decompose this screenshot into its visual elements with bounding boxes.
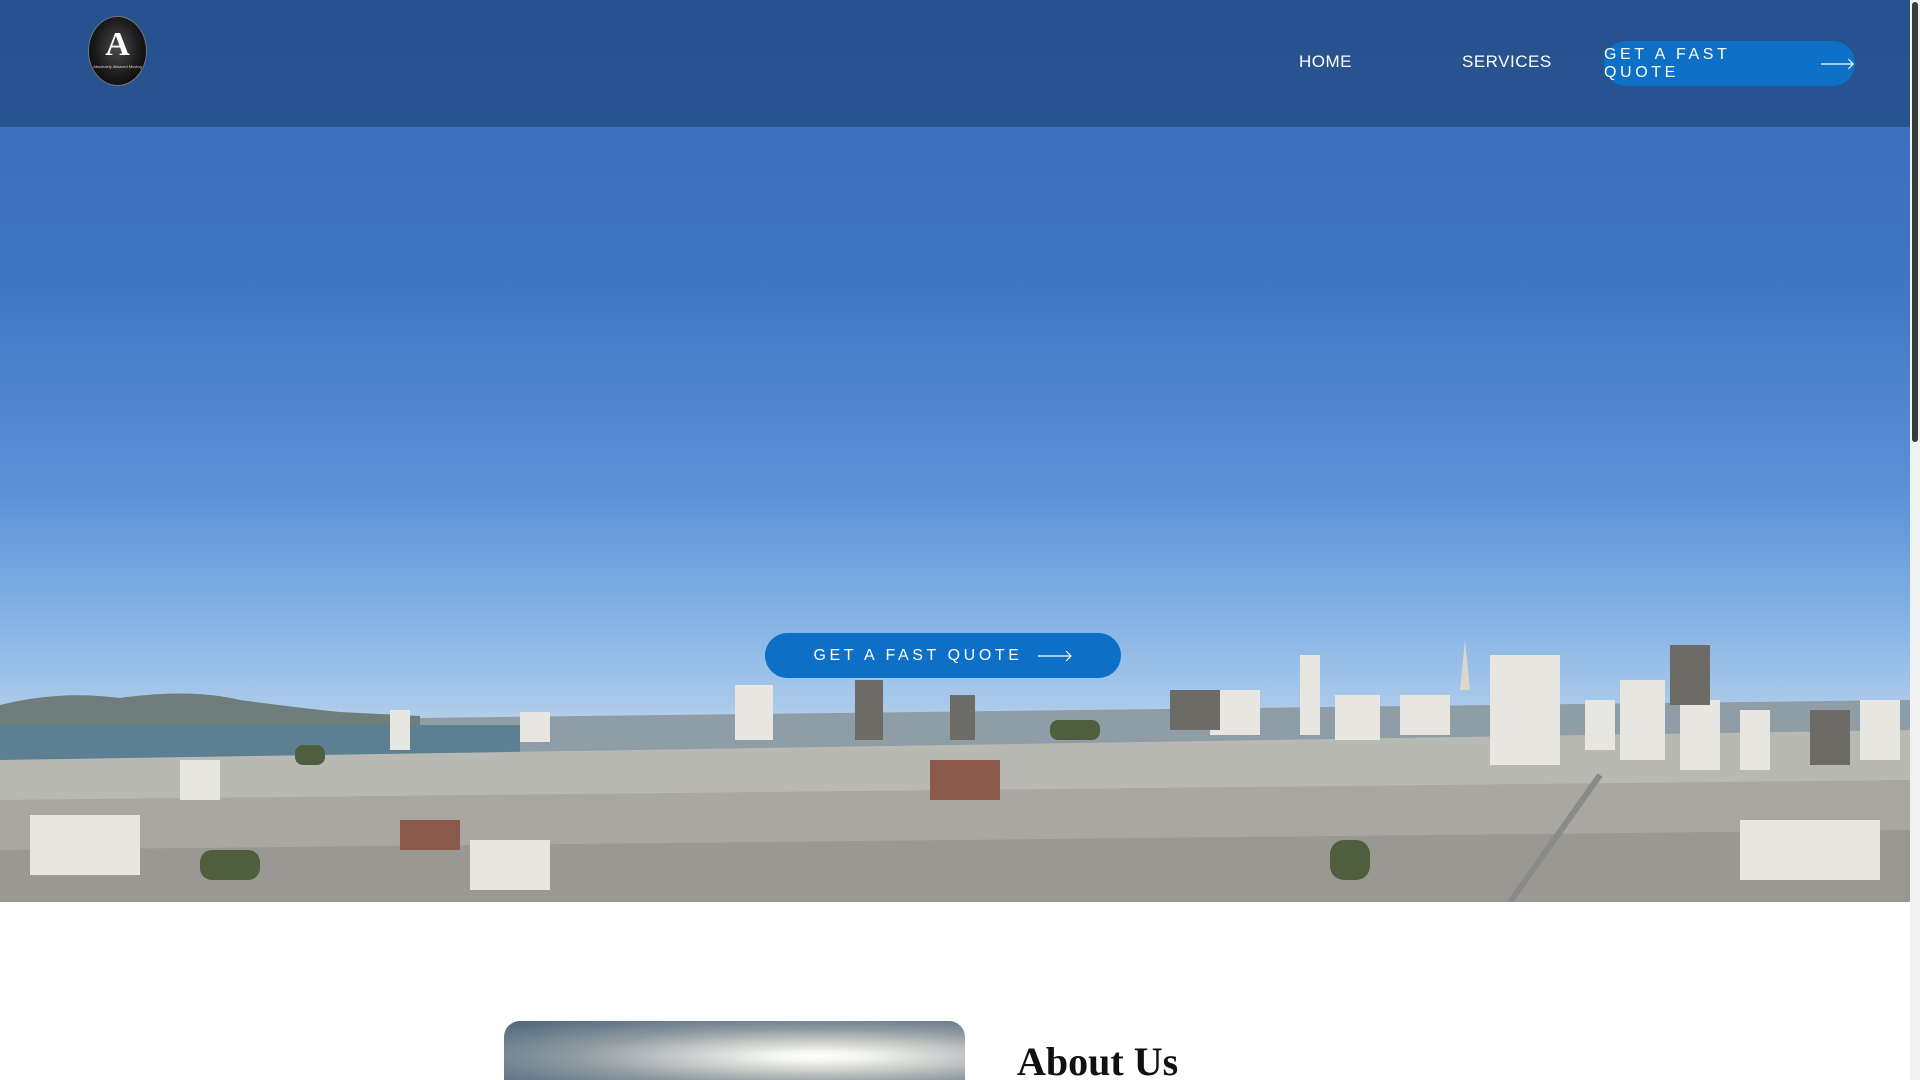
nav-link-services[interactable]: SERVICES: [1462, 52, 1552, 72]
company-logo[interactable]: A Absolutely Allsaved Moving: [89, 17, 146, 85]
logo-letter: A: [105, 25, 130, 63]
logo-tagline: Absolutely Allsaved Moving: [93, 63, 142, 69]
scrollbar-thumb[interactable]: [1912, 2, 1918, 442]
header-get-quote-button[interactable]: GET A FAST QUOTE: [1604, 41, 1855, 86]
hero-section: GET A FAST QUOTE: [0, 0, 1910, 902]
page-scrollbar[interactable]: [1910, 0, 1920, 1080]
hero-get-quote-button[interactable]: GET A FAST QUOTE: [765, 633, 1121, 678]
city-skyline-image: [0, 640, 1910, 902]
hero-get-quote-label: GET A FAST QUOTE: [813, 646, 1023, 664]
about-image: [504, 1021, 965, 1080]
about-title: About Us: [1017, 1039, 1179, 1080]
long-arrow-right-icon: [1037, 650, 1072, 661]
long-arrow-right-icon: [1820, 58, 1854, 69]
header-get-quote-label: GET A FAST QUOTE: [1604, 45, 1731, 81]
nav-link-home[interactable]: HOME: [1299, 52, 1352, 72]
site-header: A Absolutely Allsaved Moving HOME SERVIC…: [0, 0, 1910, 127]
